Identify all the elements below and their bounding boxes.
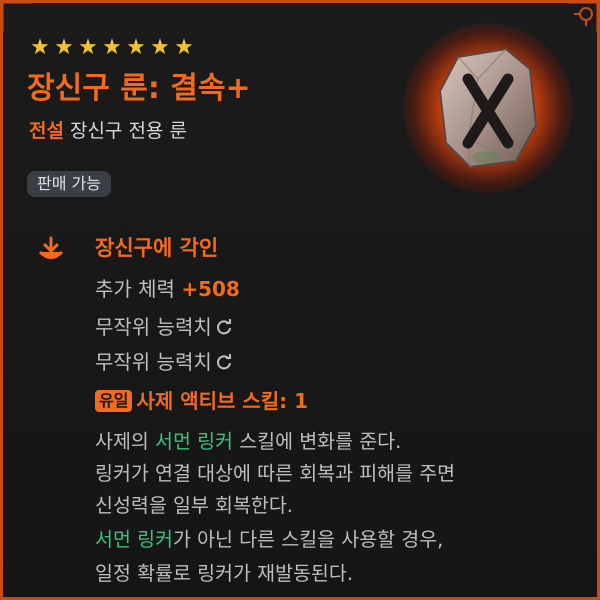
desc-text: 사제의 <box>95 430 156 453</box>
desc-text: 가 아닌 다른 스킬을 사용할 경우, <box>172 528 444 551</box>
stat-label: 추가 체력 <box>95 277 175 301</box>
item-grade: 전설 <box>29 120 64 142</box>
star-icon: ★ <box>150 35 170 60</box>
star-icon: ★ <box>54 35 74 60</box>
unique-tag: 유일 <box>95 390 133 412</box>
item-name: 장신구 룬: 결속+ <box>27 71 251 106</box>
description-line: 일정 확률로 링커가 재발동된다. <box>95 562 354 585</box>
stat-value: +508 <box>181 277 240 301</box>
description-line: 사제의 서먼 링커 스킬에 변화를 준다. <box>95 427 401 457</box>
star-icon: ★ <box>30 35 50 60</box>
refresh-icon <box>216 319 231 335</box>
random-stat-line: 무작위 능력치 <box>95 348 233 376</box>
description-line: 링커가 연결 대상에 따른 회복과 피해를 주면 <box>95 462 456 485</box>
skill-line: 유일 사제 액티브 스킬: 1 <box>95 387 308 415</box>
skill-name-highlight: 서먼 링커 <box>155 430 233 453</box>
sellable-badge: 판매 가능 <box>27 171 111 197</box>
item-tooltip-card: ★ ★ ★ ★ ★ ★ ★ 장신구 룬: 결속+ 전설 장신구 전용 룬 판매 가… <box>0 0 600 600</box>
stat-line: 추가 체력 +508 <box>95 275 240 303</box>
description-line: 서먼 링커가 아닌 다른 스킬을 사용할 경우, <box>95 525 443 555</box>
desc-text: 스킬에 변화를 준다. <box>233 430 402 453</box>
corner-ornament-icon <box>0 0 32 32</box>
star-rating: ★ ★ ★ ★ ★ ★ ★ <box>29 35 195 61</box>
corner-ornament-icon <box>568 0 600 32</box>
star-icon: ★ <box>126 35 146 60</box>
rune-stone-x-icon <box>438 47 538 169</box>
star-icon: ★ <box>174 35 194 60</box>
item-type: 장신구 전용 룬 <box>69 120 187 142</box>
star-icon: ★ <box>78 35 98 60</box>
skill-name-highlight: 서먼 링커 <box>95 528 173 551</box>
description-line: 신성력을 일부 회복한다. <box>95 494 293 517</box>
random-stat-line: 무작위 능력치 <box>95 313 233 341</box>
engrave-title: 장신구에 각인 <box>95 236 219 260</box>
star-icon: ★ <box>102 35 122 60</box>
skill-text: 사제 액티브 스킬: 1 <box>136 389 309 413</box>
item-subtitle: 전설 장신구 전용 룬 <box>29 119 187 143</box>
random-stat-label: 무작위 능력치 <box>95 350 212 374</box>
refresh-icon <box>216 354 231 370</box>
random-stat-label: 무작위 능력치 <box>95 315 212 339</box>
engrave-download-icon <box>38 236 64 259</box>
